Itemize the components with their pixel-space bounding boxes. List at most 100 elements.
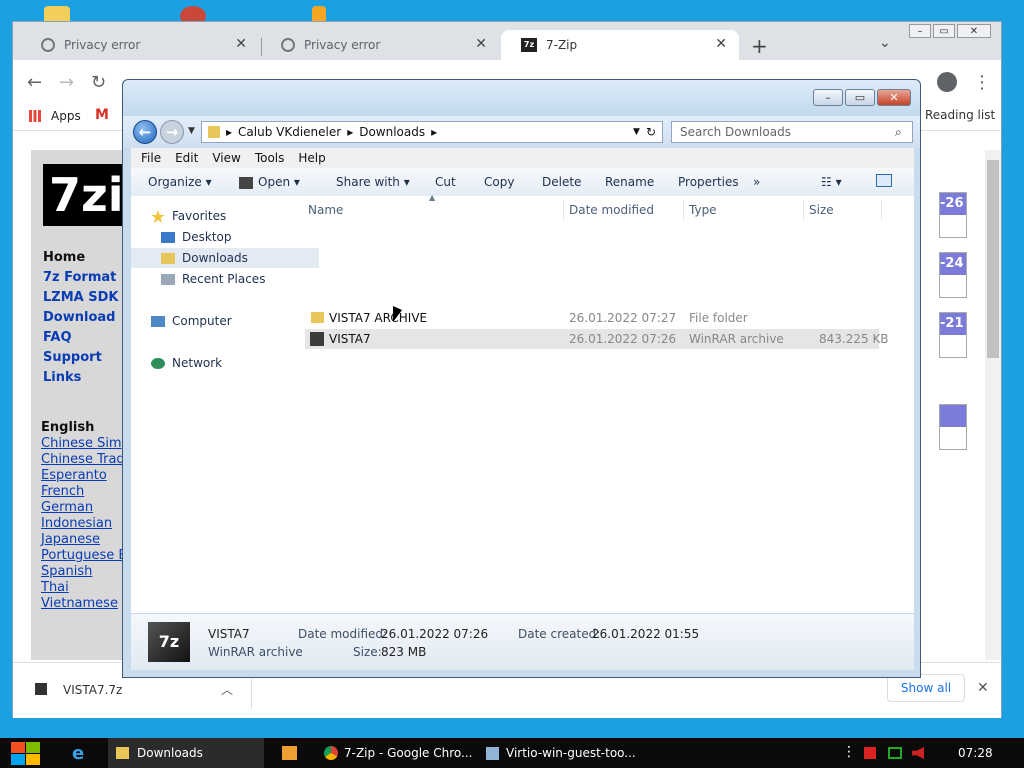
minimize-button[interactable]: – bbox=[813, 89, 843, 106]
forward-arrow-icon[interactable]: → bbox=[59, 72, 74, 93]
close-button[interactable]: ✕ bbox=[877, 89, 911, 106]
tab-privacy-error-2[interactable]: Privacy error ✕ bbox=[261, 30, 499, 60]
nav-lzma-sdk[interactable]: LZMA SDK bbox=[43, 290, 118, 305]
column-separator[interactable] bbox=[803, 200, 804, 220]
show-all-button[interactable]: Show all bbox=[887, 674, 965, 702]
download-item-name[interactable]: VISTA7.7z bbox=[63, 683, 122, 697]
nav-favorites[interactable]: Favorites bbox=[131, 206, 309, 226]
file-row-folder[interactable]: VISTA7 ARCHIVE 26.01.2022 07:27 File fol… bbox=[305, 308, 879, 328]
nav-downloads[interactable]: Downloads bbox=[131, 248, 319, 268]
close-tab-icon[interactable]: ✕ bbox=[235, 36, 247, 52]
tray-overflow-icon[interactable]: ⋮ bbox=[842, 744, 856, 760]
rename-button[interactable]: Rename bbox=[605, 175, 654, 189]
file-row-archive[interactable]: VISTA7 26.01.2022 07:26 WinRAR archive 8… bbox=[305, 329, 889, 349]
media-player-icon[interactable] bbox=[282, 746, 297, 760]
lang-link[interactable]: Thai bbox=[41, 580, 69, 595]
internet-explorer-icon[interactable]: e bbox=[72, 743, 84, 764]
organize-button[interactable]: Organize ▾ bbox=[148, 175, 212, 189]
minimize-button[interactable]: – bbox=[909, 24, 931, 38]
lang-link[interactable]: Chinese Sim bbox=[41, 436, 122, 451]
nav-support[interactable]: Support bbox=[43, 350, 102, 365]
close-tab-icon[interactable]: ✕ bbox=[475, 36, 487, 52]
column-date-modified[interactable]: Date modified bbox=[569, 196, 654, 224]
column-separator[interactable] bbox=[683, 200, 684, 220]
menu-tools[interactable]: Tools bbox=[255, 151, 285, 165]
address-dropdown-icon[interactable]: ▼ bbox=[633, 127, 640, 137]
breadcrumb-downloads[interactable]: Downloads bbox=[359, 125, 425, 139]
cut-button[interactable]: Cut bbox=[435, 175, 456, 189]
lang-link[interactable]: Chinese Trad bbox=[41, 452, 125, 467]
lang-link[interactable]: Spanish bbox=[41, 564, 92, 579]
search-icon[interactable]: ⌕ bbox=[895, 125, 902, 140]
back-arrow-icon[interactable]: ← bbox=[27, 72, 42, 93]
refresh-icon[interactable]: ↻ bbox=[646, 125, 656, 139]
breadcrumb-sep[interactable]: ▸ bbox=[347, 125, 353, 139]
lang-link[interactable]: Vietnamese bbox=[41, 596, 118, 611]
nav-favorites[interactable] bbox=[131, 286, 289, 306]
apps-label[interactable]: Apps bbox=[51, 109, 81, 123]
menu-view[interactable]: View bbox=[212, 151, 240, 165]
page-scrollbar[interactable] bbox=[985, 150, 1001, 660]
preview-pane-icon[interactable] bbox=[876, 174, 892, 187]
search-input[interactable]: Search Downloads bbox=[671, 121, 913, 143]
volume-muted-icon[interactable] bbox=[912, 747, 924, 759]
network-tray-icon[interactable] bbox=[888, 747, 902, 759]
open-button[interactable]: Open ▾ bbox=[239, 175, 300, 189]
lang-link[interactable]: German bbox=[41, 500, 93, 515]
column-separator[interactable] bbox=[881, 200, 882, 220]
reading-list-link[interactable]: Reading list bbox=[925, 108, 995, 122]
back-arrow-icon[interactable]: ← bbox=[133, 120, 157, 144]
menu-help[interactable]: Help bbox=[298, 151, 325, 165]
nav-network[interactable]: Network bbox=[131, 353, 309, 373]
column-separator[interactable] bbox=[563, 200, 564, 220]
lang-link[interactable]: Esperanto bbox=[41, 468, 107, 483]
lang-link[interactable]: French bbox=[41, 484, 84, 499]
more-commands-icon[interactable]: » bbox=[753, 175, 760, 189]
nav-7z-format[interactable]: 7z Format bbox=[43, 270, 116, 285]
nav-download[interactable]: Download bbox=[43, 310, 115, 325]
profile-avatar-icon[interactable] bbox=[937, 72, 957, 92]
lang-link[interactable]: Japanese bbox=[41, 532, 100, 547]
nav-desktop[interactable]: Desktop bbox=[131, 227, 319, 247]
share-with-button[interactable]: Share with ▾ bbox=[336, 175, 410, 189]
taskbar-virtio[interactable]: Virtio-win-guest-too... bbox=[480, 738, 640, 768]
forward-arrow-icon[interactable]: → bbox=[160, 120, 184, 144]
lang-link[interactable]: Portuguese B bbox=[41, 548, 127, 563]
windows-start-icon[interactable] bbox=[8, 740, 44, 768]
nav-faq[interactable]: FAQ bbox=[43, 330, 72, 345]
nav-recent-places[interactable]: Recent Places bbox=[131, 269, 319, 289]
apps-grid-icon[interactable] bbox=[29, 110, 41, 122]
close-download-bar-icon[interactable]: ✕ bbox=[977, 680, 989, 696]
menu-edit[interactable]: Edit bbox=[175, 151, 198, 165]
breadcrumb[interactable]: ▸ Calub VKdieneler ▸ Downloads ▸ ▼ ↻ bbox=[201, 121, 663, 143]
copy-button[interactable]: Copy bbox=[484, 175, 514, 189]
menu-file[interactable]: File bbox=[141, 151, 161, 165]
explorer-titlebar[interactable]: – ▭ ✕ bbox=[123, 80, 920, 116]
scrollbar-thumb[interactable] bbox=[987, 160, 999, 358]
nav-home[interactable]: Home bbox=[43, 250, 85, 265]
taskbar-chrome[interactable]: 7-Zip - Google Chro... bbox=[318, 738, 476, 768]
view-options-icon[interactable]: ☷ ▾ bbox=[821, 175, 842, 189]
tab-privacy-error-1[interactable]: Privacy error ✕ bbox=[21, 30, 259, 60]
maximize-button[interactable]: ▭ bbox=[845, 89, 875, 106]
properties-button[interactable]: Properties bbox=[678, 175, 739, 189]
nav-computer[interactable]: Computer bbox=[131, 311, 309, 331]
taskbar-downloads[interactable]: Downloads bbox=[108, 738, 264, 768]
breadcrumb-sep[interactable]: ▸ bbox=[226, 125, 232, 139]
taskbar-clock[interactable]: 07:28 bbox=[958, 746, 993, 760]
reload-icon[interactable]: ↻ bbox=[91, 72, 106, 93]
close-button[interactable]: ✕ bbox=[957, 24, 991, 38]
nav-links[interactable]: Links bbox=[43, 370, 81, 385]
chrome-menu-icon[interactable]: ⋮ bbox=[973, 72, 991, 93]
column-size[interactable]: Size bbox=[809, 196, 834, 224]
gmail-icon[interactable]: M bbox=[95, 107, 109, 123]
maximize-button[interactable]: ▭ bbox=[933, 24, 955, 38]
column-name[interactable]: Name bbox=[308, 196, 343, 224]
new-tab-icon[interactable]: + bbox=[751, 34, 768, 58]
column-type[interactable]: Type bbox=[689, 196, 717, 224]
close-tab-icon[interactable]: ✕ bbox=[715, 36, 727, 52]
action-center-flag-icon[interactable] bbox=[864, 747, 876, 759]
tab-7zip[interactable]: 7z 7-Zip ✕ bbox=[501, 30, 739, 60]
tab-search-chevron-icon[interactable]: ⌄ bbox=[879, 35, 891, 51]
breadcrumb-sep[interactable]: ▸ bbox=[431, 125, 437, 139]
